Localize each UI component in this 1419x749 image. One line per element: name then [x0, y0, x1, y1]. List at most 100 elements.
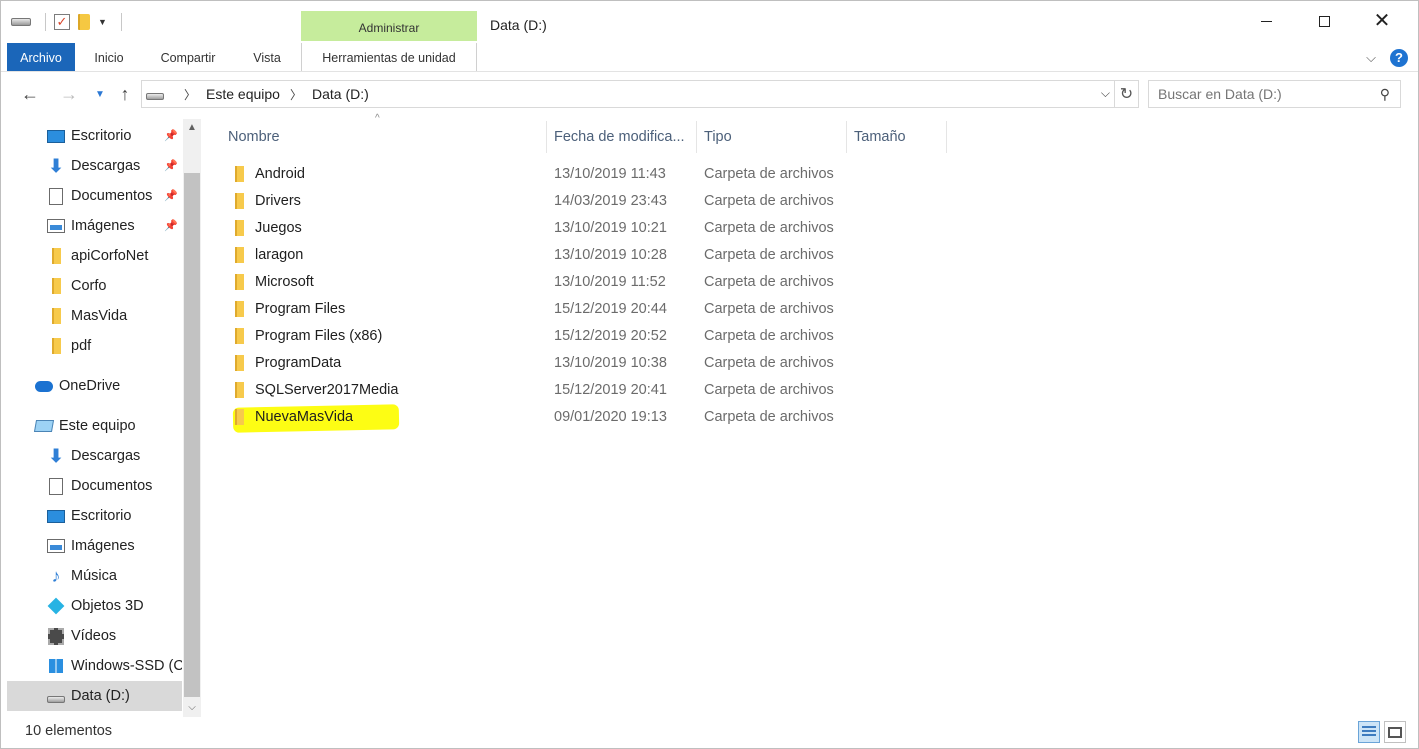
customize-toolbar-dropdown-icon[interactable]: ▼ [98, 17, 107, 27]
ribbon-divider [1, 71, 1418, 72]
music-icon: ♪ [51, 566, 61, 586]
sidebar-item-descargas[interactable]: ⬇ Descargas [7, 443, 182, 469]
address-bar[interactable]: 〉 Este equipo 〉 Data (D:) ⌵ [141, 80, 1115, 108]
scrollbar-thumb[interactable] [184, 173, 200, 697]
sidebar-item-label: Imágenes [71, 218, 135, 234]
expand-ribbon-chevron-icon[interactable]: ⌵ [1366, 50, 1376, 66]
recent-locations-button[interactable]: ▼ [89, 83, 111, 105]
desktop-icon [47, 507, 65, 525]
pictures-icon [47, 217, 65, 235]
view-toggle [1358, 721, 1406, 743]
sidebar-scrollbar[interactable]: ▲ ⌵ [183, 119, 201, 717]
drive-icon [11, 18, 31, 26]
sidebar-item-corfo[interactable]: Corfo [7, 273, 182, 299]
file-row-microsoft[interactable]: Microsoft 13/10/2019 11:52 Carpeta de arch… [221, 269, 951, 296]
sidebar-item-label: Windows-SSD (C [71, 658, 182, 674]
sidebar-item-imagenes-pinned[interactable]: Imágenes 📌 [7, 213, 182, 239]
sidebar-item-este-equipo[interactable]: Este equipo [7, 413, 182, 439]
tab-inicio[interactable]: Inicio [81, 43, 137, 71]
file-name: ProgramData [255, 355, 342, 371]
file-name: Microsoft [255, 274, 314, 290]
folder-icon [47, 307, 65, 325]
tab-herramientas-de-unidad[interactable]: Herramientas de unidad [301, 43, 477, 71]
tab-vista[interactable]: Vista [241, 43, 293, 71]
sidebar-item-musica[interactable]: ♪ Música [7, 563, 182, 589]
file-type: Carpeta de archivos [704, 301, 834, 317]
new-folder-icon[interactable] [78, 14, 90, 30]
file-row-nuevamasvida[interactable]: NuevaMasVida 09/01/2020 19:13 Carpeta de a… [221, 404, 951, 433]
sidebar-item-objetos-3d[interactable]: Objetos 3D [7, 593, 182, 619]
large-icons-view-button[interactable] [1384, 721, 1406, 743]
up-button[interactable]: ↑ [114, 83, 136, 105]
column-header-tamano[interactable]: Tamaño [847, 121, 947, 153]
file-name: Program Files [255, 301, 346, 317]
back-button[interactable]: ← [19, 83, 41, 105]
sidebar-item-videos[interactable]: Vídeos [7, 623, 182, 649]
tab-archivo[interactable]: Archivo [7, 43, 75, 71]
maximize-button[interactable] [1301, 1, 1347, 41]
breadcrumb-separator-icon[interactable]: 〉 [184, 86, 196, 103]
sidebar-item-label: Descargas [71, 158, 141, 174]
details-view-button[interactable] [1358, 721, 1380, 743]
sidebar-item-escritorio-pinned[interactable]: Escritorio 📌 [7, 123, 182, 149]
breadcrumb-data-d[interactable]: Data (D:) [312, 86, 369, 102]
sidebar-item-data-d[interactable]: Data (D:) [7, 681, 182, 711]
address-dropdown-icon[interactable]: ⌵ [1101, 86, 1110, 101]
sidebar-item-documentos-pinned[interactable]: Documentos 📌 [7, 183, 182, 209]
search-icon[interactable]: ⚲ [1380, 86, 1390, 103]
sidebar-item-escritorio[interactable]: Escritorio [7, 503, 182, 529]
breadcrumb-separator-icon[interactable]: 〉 [290, 86, 302, 103]
desktop-icon [47, 127, 65, 145]
file-row-juegos[interactable]: Juegos 13/10/2019 10:21 Carpeta de archivo… [221, 215, 951, 242]
sidebar-item-label: Descargas [71, 448, 141, 464]
properties-icon[interactable]: ✓ [54, 14, 70, 30]
folder-icon [235, 166, 244, 182]
column-header-nombre[interactable]: Nombre [221, 121, 547, 153]
file-row-programdata[interactable]: ProgramData 13/10/2019 10:38 Carpeta de ar… [221, 350, 951, 377]
file-date: 13/10/2019 11:52 [554, 274, 666, 290]
sidebar-item-label: Corfo [71, 278, 107, 294]
file-date: 13/10/2019 10:21 [554, 220, 667, 236]
pin-icon[interactable]: 📌 [164, 219, 178, 232]
search-input[interactable] [1149, 81, 1359, 107]
file-row-sqlserver2017media[interactable]: SQLServer2017Media 15/12/2019 20:41 Carpet… [221, 377, 951, 404]
download-icon: ⬇ [48, 446, 64, 466]
window-title: Data (D:) [490, 17, 547, 33]
file-row-program-files[interactable]: Program Files 15/12/2019 20:44 Carpeta de … [221, 296, 951, 323]
file-row-laragon[interactable]: laragon 13/10/2019 10:28 Carpeta de archiv… [221, 242, 951, 269]
refresh-button[interactable]: ↻ [1115, 80, 1139, 108]
minimize-button[interactable] [1243, 1, 1289, 41]
file-row-drivers[interactable]: Drivers 14/03/2019 23:43 Carpeta de archiv… [221, 188, 951, 215]
toolbar-divider [45, 13, 46, 31]
folder-icon [235, 328, 244, 344]
file-row-android[interactable]: Android 13/10/2019 11:43 Carpeta de archiv… [221, 161, 951, 188]
chevron-down-icon: ▼ [95, 88, 105, 100]
breadcrumb-este-equipo[interactable]: Este equipo [206, 86, 280, 102]
sidebar-item-imagenes[interactable]: Imágenes [7, 533, 182, 559]
close-button[interactable]: ✕ [1359, 1, 1405, 41]
column-header-fecha[interactable]: Fecha de modifica... [547, 121, 697, 153]
pin-icon[interactable]: 📌 [164, 129, 178, 142]
pin-icon[interactable]: 📌 [164, 189, 178, 202]
search-box[interactable]: ⚲ [1148, 80, 1401, 108]
help-icon[interactable]: ? [1390, 49, 1408, 67]
sidebar-item-label: Objetos 3D [71, 598, 144, 614]
sidebar-item-pdf[interactable]: pdf [7, 333, 182, 359]
context-tab-administrar[interactable]: Administrar [301, 11, 477, 41]
column-header-tipo[interactable]: Tipo [697, 121, 847, 153]
forward-button[interactable]: → [58, 83, 80, 105]
sidebar-item-documentos[interactable]: Documentos [7, 473, 182, 499]
scroll-down-icon[interactable]: ⌵ [183, 699, 201, 717]
sidebar-item-label: apiCorfoNet [71, 248, 149, 264]
sidebar-item-masvida[interactable]: MasVida [7, 303, 182, 329]
sidebar-item-apicorfonet[interactable]: apiCorfoNet [7, 243, 182, 269]
sidebar-item-onedrive[interactable]: OneDrive [7, 373, 182, 399]
pin-icon[interactable]: 📌 [164, 159, 178, 172]
file-row-program-files-x86[interactable]: Program Files (x86) 15/12/2019 20:52 Carpe… [221, 323, 951, 350]
scroll-up-icon[interactable]: ▲ [183, 119, 201, 137]
sidebar-item-descargas-pinned[interactable]: ⬇ Descargas 📌 [7, 153, 182, 179]
tab-compartir[interactable]: Compartir [147, 43, 229, 71]
ribbon-tabs: Archivo Inicio Compartir Vista Herramien… [1, 43, 1418, 71]
file-type: Carpeta de archivos [704, 274, 834, 290]
sidebar-item-windows-ssd[interactable]: Windows-SSD (C [7, 653, 182, 679]
